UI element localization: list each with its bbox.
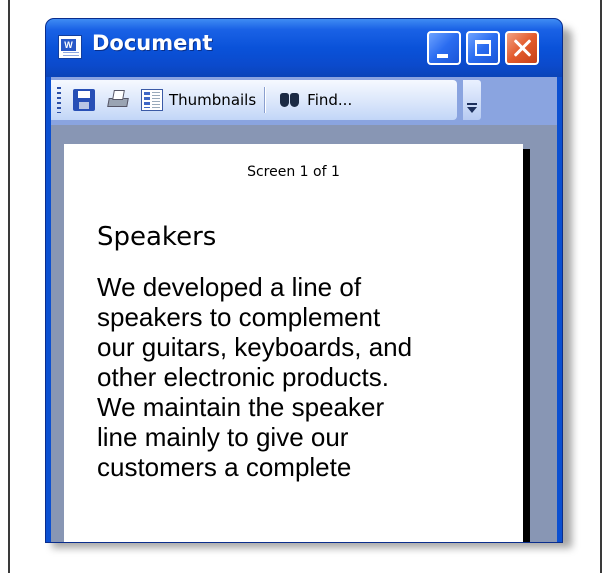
document-viewport[interactable]: Screen 1 of 1 Speakers We developed a li… bbox=[51, 125, 557, 542]
page-heading: Speakers bbox=[97, 222, 217, 252]
frame-right-border bbox=[600, 0, 602, 573]
toolbar-options-chevron-icon[interactable] bbox=[463, 80, 481, 120]
body-line: We developed a line of bbox=[97, 272, 362, 302]
window-title: Document bbox=[92, 31, 213, 55]
screen-indicator: Screen 1 of 1 bbox=[247, 164, 340, 180]
toolbar-row: Thumbnails Find... bbox=[51, 77, 557, 125]
maximize-button[interactable] bbox=[466, 31, 500, 65]
body-line: customers a complete bbox=[97, 452, 352, 482]
save-icon[interactable] bbox=[73, 89, 95, 111]
toolbar-grip-handle[interactable] bbox=[57, 87, 61, 113]
thumbnails-icon[interactable] bbox=[141, 89, 163, 111]
document-window: W Document Thumbnails Find... Screen 1 o… bbox=[45, 18, 563, 543]
document-page: Screen 1 of 1 Speakers We developed a li… bbox=[64, 144, 523, 542]
body-line: speakers to complement bbox=[97, 302, 381, 332]
frame-left-border bbox=[8, 0, 10, 573]
print-icon[interactable] bbox=[107, 89, 129, 111]
find-icon[interactable] bbox=[279, 89, 301, 111]
body-line: line mainly to give our bbox=[97, 422, 349, 452]
body-line: We maintain the speaker bbox=[97, 392, 385, 422]
body-line: our guitars, keyboards, and bbox=[97, 332, 413, 362]
toolbar: Thumbnails Find... bbox=[51, 80, 457, 120]
find-button[interactable]: Find... bbox=[307, 91, 352, 109]
toolbar-separator bbox=[264, 87, 266, 113]
title-bar[interactable]: W Document bbox=[46, 19, 562, 77]
word-document-icon[interactable]: W bbox=[58, 35, 82, 59]
thumbnails-button[interactable]: Thumbnails bbox=[169, 91, 256, 109]
page-body-text: We developed a line of speakers to compl… bbox=[97, 272, 517, 482]
body-line: other electronic products. bbox=[97, 362, 389, 392]
close-button[interactable] bbox=[505, 31, 539, 65]
minimize-button[interactable] bbox=[427, 31, 461, 65]
